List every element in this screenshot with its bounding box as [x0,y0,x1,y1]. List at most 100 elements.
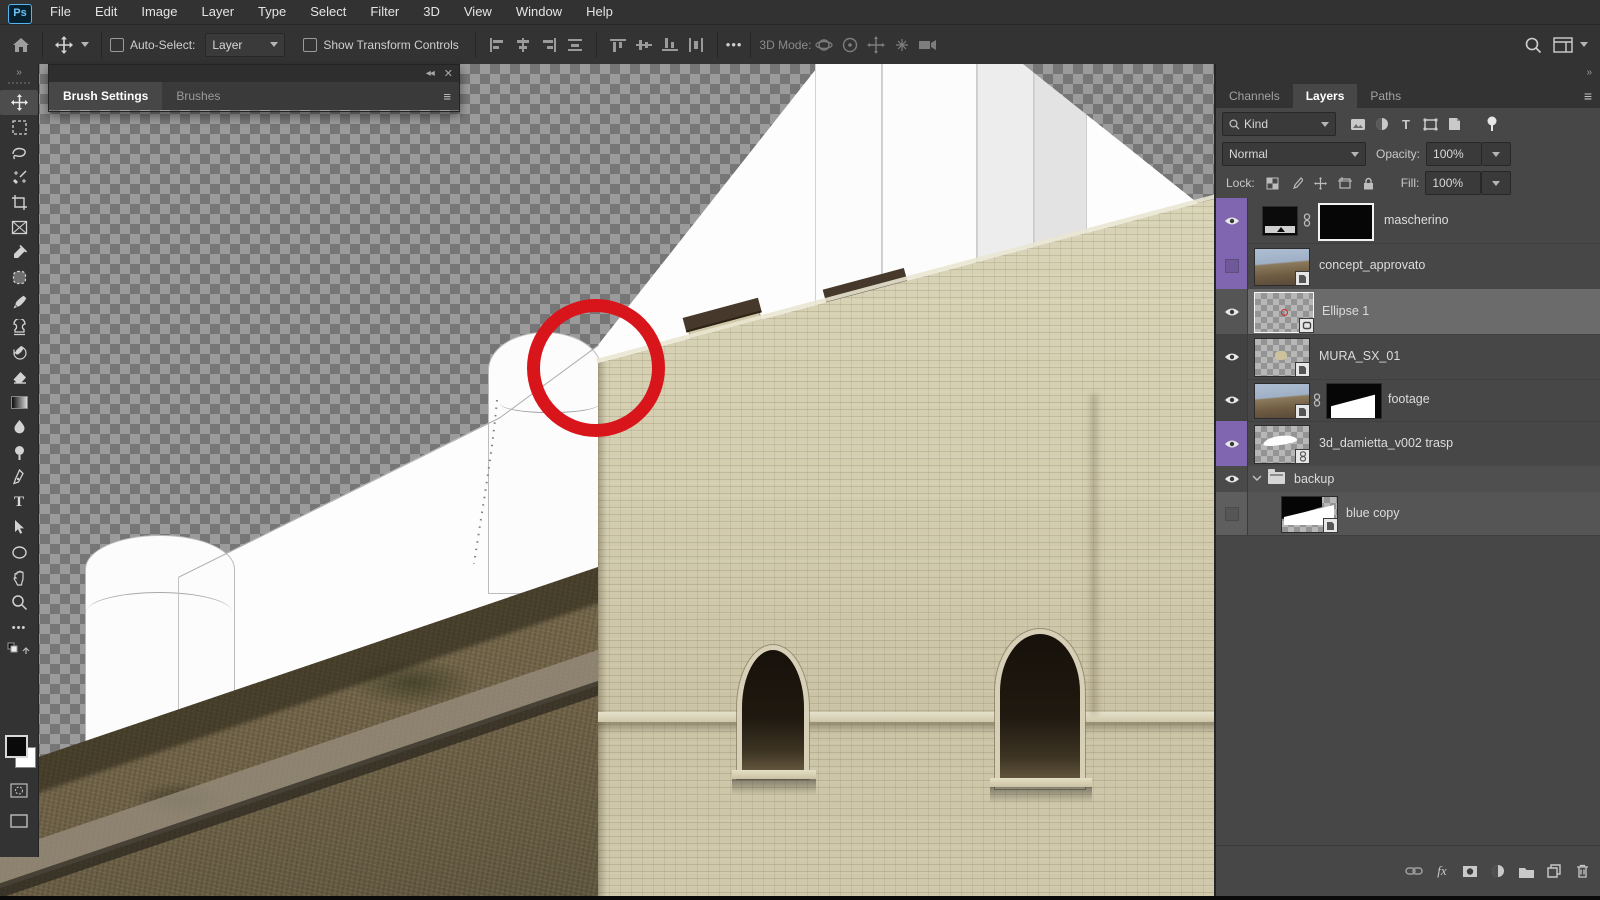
roll-3d-icon[interactable] [837,32,863,58]
document-canvas[interactable] [0,64,1214,900]
tool-move[interactable] [0,90,38,115]
visibility-toggle[interactable] [1216,492,1248,535]
collapse-panels-icon[interactable]: » [1586,67,1592,78]
layer-name[interactable]: concept_approvato [1319,258,1425,272]
tool-hand[interactable] [0,565,38,590]
menu-help[interactable]: Help [574,0,625,24]
tool-gradient[interactable] [0,390,38,415]
visibility-toggle[interactable] [1216,466,1248,492]
layer-row[interactable]: concept_approvato [1216,243,1600,290]
lock-transparent-pixels-icon[interactable] [1261,173,1285,193]
align-horizontal-centers-icon[interactable] [510,32,536,58]
camera-3d-icon[interactable] [915,32,941,58]
adjustment-layer-filter-icon[interactable] [1370,114,1394,134]
mask-link-icon[interactable] [1302,213,1312,227]
distribute-vertical-icon[interactable] [562,32,588,58]
tool-magic-wand[interactable] [0,165,38,190]
filter-toggle-pin-icon[interactable] [1480,114,1504,134]
pan-3d-icon[interactable] [863,32,889,58]
collapse-tools-icon[interactable]: » [0,64,38,80]
layer-name[interactable]: MURA_SX_01 [1319,349,1400,363]
expand-chevron-icon[interactable] [1252,475,1262,482]
orbit-3d-icon[interactable] [811,32,837,58]
menu-window[interactable]: Window [504,0,574,24]
layer-name[interactable]: blue copy [1346,506,1400,520]
layer-thumbnail[interactable] [1254,425,1310,464]
new-group-icon[interactable] [1514,861,1538,881]
more-options-icon[interactable]: ••• [726,37,743,52]
layer-row[interactable]: footage [1216,379,1600,422]
link-layers-icon[interactable] [1402,861,1426,881]
layer-name[interactable]: footage [1388,392,1430,406]
tool-dodge[interactable] [0,440,38,465]
layer-thumbnail[interactable] [1281,496,1338,533]
menu-view[interactable]: View [452,0,504,24]
new-layer-icon[interactable] [1542,861,1566,881]
menu-layer[interactable]: Layer [190,0,247,24]
foreground-color-swatch[interactable] [5,735,28,758]
photoshop-logo[interactable]: Ps [8,4,32,24]
tool-blur[interactable] [0,415,38,440]
panel-menu-icon[interactable]: ≡ [443,82,459,110]
shape-layer-filter-icon[interactable] [1418,114,1442,134]
lock-all-icon[interactable] [1357,173,1381,193]
workspace-switcher-icon[interactable] [1550,32,1576,58]
layer-thumbnail[interactable] [1254,338,1310,377]
type-layer-filter-icon[interactable]: T [1394,114,1418,134]
tab-brushes[interactable]: Brushes [162,82,234,110]
tab-brush-settings[interactable]: Brush Settings [49,82,162,110]
menu-type[interactable]: Type [246,0,298,24]
tool-crop[interactable] [0,190,38,215]
tool-brush[interactable] [0,290,38,315]
menu-select[interactable]: Select [298,0,358,24]
chevron-down-icon[interactable] [1580,42,1588,47]
lock-position-icon[interactable] [1309,173,1333,193]
menu-3d[interactable]: 3D [411,0,452,24]
filter-kind-select[interactable]: Kind [1222,112,1336,136]
layer-mask-thumbnail[interactable] [1318,203,1374,241]
tool-lasso[interactable] [0,140,38,165]
collapse-panel-icon[interactable]: ◂◂ [426,68,434,79]
layer-name[interactable]: Ellipse 1 [1322,304,1369,318]
tool-zoom[interactable] [0,590,38,615]
layer-row[interactable]: mascherino [1216,198,1600,244]
group-name[interactable]: backup [1294,472,1334,486]
visibility-toggle[interactable] [1216,243,1248,289]
layer-thumbnail[interactable] [1254,248,1310,286]
menu-filter[interactable]: Filter [358,0,411,24]
visibility-toggle[interactable] [1216,421,1248,466]
smart-object-filter-icon[interactable] [1442,114,1466,134]
quick-mask-mode-button[interactable] [0,778,38,803]
mask-link-icon[interactable] [1312,393,1322,407]
tool-clone-stamp[interactable] [0,315,38,340]
color-swatches[interactable] [5,735,35,769]
visibility-toggle[interactable] [1216,198,1248,243]
tool-eyedropper[interactable] [0,240,38,265]
slide-3d-icon[interactable] [889,32,915,58]
panel-grip[interactable] [0,80,38,90]
tab-layers[interactable]: Layers [1293,84,1358,108]
opacity-dropdown[interactable] [1482,142,1511,166]
tool-frame[interactable] [0,215,38,240]
distribute-horizontal-icon[interactable] [683,32,709,58]
align-bottom-edges-icon[interactable] [657,32,683,58]
delete-layer-icon[interactable] [1570,861,1594,881]
pixel-layer-filter-icon[interactable] [1346,114,1370,134]
layer-name[interactable]: mascherino [1384,213,1449,227]
opacity-input[interactable]: 100% [1426,142,1482,166]
visibility-toggle[interactable] [1216,289,1248,334]
layer-style-fx-icon[interactable]: fx [1430,861,1454,881]
move-tool-icon[interactable] [51,32,77,58]
layer-row-selected[interactable]: Ellipse 1 [1216,289,1600,335]
menu-file[interactable]: File [38,0,83,24]
adjustment-layer-thumbnail[interactable] [1262,206,1298,236]
tool-pen[interactable] [0,465,38,490]
layer-mask-thumbnail[interactable] [1326,383,1382,419]
group-row[interactable]: backup [1216,466,1600,493]
auto-select-checkbox[interactable] [110,38,124,52]
layer-row[interactable]: blue copy [1216,492,1600,536]
blend-mode-select[interactable]: Normal [1222,142,1366,166]
layer-name[interactable]: 3d_damietta_v002 trasp [1319,436,1453,450]
chevron-down-icon[interactable] [81,42,89,47]
more-tools-icon[interactable]: ••• [0,615,38,640]
